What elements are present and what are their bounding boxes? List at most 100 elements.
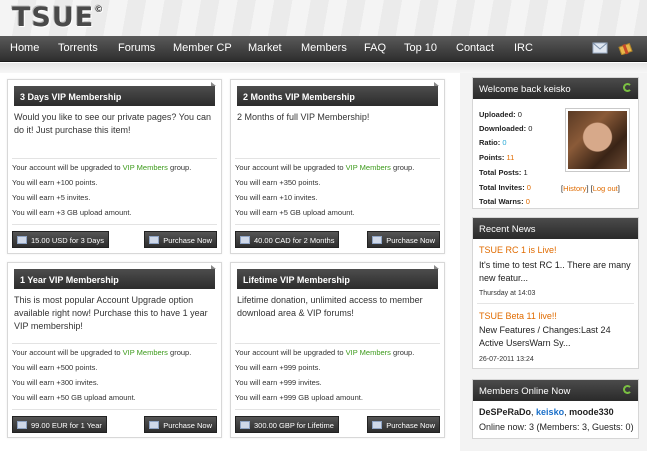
perk-group: Your account will be upgraded to VIP Mem… bbox=[12, 348, 192, 357]
price-tag-icon bbox=[240, 236, 250, 244]
perk-upload: You will earn +5 GB upload amount. bbox=[235, 208, 355, 217]
perk-group: Your account will be upgraded to VIP Mem… bbox=[12, 163, 192, 172]
nav-top10[interactable]: Top 10 bbox=[404, 42, 437, 54]
card-title: 1 Year VIP Membership bbox=[14, 265, 216, 289]
logo-text: TSUE bbox=[12, 2, 95, 33]
nav-market[interactable]: Market bbox=[248, 42, 282, 54]
purchase-now-button[interactable]: Purchase Now bbox=[144, 231, 217, 248]
price-tag-icon bbox=[17, 421, 27, 429]
perk-points: You will earn +350 points. bbox=[235, 178, 321, 187]
divider bbox=[12, 224, 217, 225]
perk-upload: You will earn +3 GB upload amount. bbox=[12, 208, 132, 217]
news-item-date: Thursday at 14:03 bbox=[479, 290, 536, 297]
news-item-title[interactable]: TSUE RC 1 is Live! bbox=[479, 245, 557, 255]
nav-torrents[interactable]: Torrents bbox=[58, 42, 98, 54]
perk-points: You will earn +999 points. bbox=[235, 363, 321, 372]
news-item-body: It's time to test RC 1.. There are many … bbox=[479, 260, 631, 283]
nav-members[interactable]: Members bbox=[301, 42, 347, 54]
stat-ratio: Ratio: 0 bbox=[479, 138, 507, 147]
main-nav: Home Torrents Forums Member CP Market Me… bbox=[0, 36, 647, 62]
gift-icon[interactable] bbox=[618, 41, 634, 55]
member-link[interactable]: DeSPeRaDo bbox=[479, 407, 531, 417]
online-members-list: DeSPeRaDo, keisko, moode330 bbox=[479, 407, 614, 417]
price-tag-icon bbox=[17, 236, 27, 244]
price-button[interactable]: 300.00 GBP for Lifetime bbox=[235, 416, 339, 433]
stat-total-posts: Total Posts: 1 bbox=[479, 168, 528, 177]
cart-icon bbox=[149, 421, 160, 429]
avatar-image bbox=[568, 111, 627, 169]
card-description: Would you like to see our private pages?… bbox=[14, 112, 211, 135]
perk-invites: You will earn +5 invites. bbox=[12, 193, 91, 202]
site-logo[interactable]: TSUE© bbox=[12, 2, 104, 33]
divider bbox=[235, 224, 440, 225]
price-button[interactable]: 99.00 EUR for 1 Year bbox=[12, 416, 107, 433]
price-button[interactable]: 40.00 CAD for 2 Months bbox=[235, 231, 340, 248]
logo-mark: © bbox=[94, 5, 105, 15]
nav-irc[interactable]: IRC bbox=[514, 42, 533, 54]
divider bbox=[12, 409, 217, 410]
divider bbox=[477, 303, 634, 304]
divider bbox=[235, 343, 440, 344]
nav-home[interactable]: Home bbox=[10, 42, 39, 54]
upgrade-card-3days: 3 Days VIP Membership Would you like to … bbox=[7, 79, 222, 254]
news-title-header: Recent News bbox=[473, 218, 638, 239]
purchase-now-button[interactable]: Purchase Now bbox=[144, 416, 217, 433]
account-links: [History] [Log out] bbox=[561, 184, 620, 193]
cart-icon bbox=[149, 236, 160, 244]
stat-uploaded: Uploaded: 0 bbox=[479, 110, 522, 119]
card-description: 2 Months of full VIP Membership! bbox=[237, 112, 370, 122]
header: TSUE© bbox=[0, 0, 647, 36]
cart-icon bbox=[372, 421, 383, 429]
nav-forums[interactable]: Forums bbox=[118, 42, 155, 54]
card-description: This is most popular Account Upgrade opt… bbox=[14, 295, 208, 331]
online-summary: Online now: 3 (Members: 3, Guests: 0) bbox=[479, 422, 634, 432]
divider bbox=[235, 409, 440, 410]
divider bbox=[12, 158, 217, 159]
welcome-title: Welcome back keisko bbox=[473, 78, 638, 99]
card-title: 2 Months VIP Membership bbox=[237, 82, 439, 106]
logout-link[interactable]: Log out bbox=[593, 184, 618, 193]
nav-member-cp[interactable]: Member CP bbox=[173, 42, 232, 54]
refresh-icon[interactable] bbox=[623, 83, 632, 92]
upgrade-card-1year: 1 Year VIP Membership This is most popul… bbox=[7, 262, 222, 438]
cart-icon bbox=[372, 236, 383, 244]
nav-subbar bbox=[0, 63, 647, 73]
price-button[interactable]: 15.00 USD for 3 Days bbox=[12, 231, 109, 248]
divider bbox=[12, 343, 217, 344]
news-item-body: New Features / Changes:Last 24 Active Us… bbox=[479, 325, 611, 348]
members-online-box: Members Online Now DeSPeRaDo, keisko, mo… bbox=[472, 379, 639, 439]
stat-total-invites: Total Invites: 0 bbox=[479, 183, 531, 192]
perk-points: You will earn +500 points. bbox=[12, 363, 98, 372]
purchase-now-button[interactable]: Purchase Now bbox=[367, 416, 440, 433]
perk-group: Your account will be upgraded to VIP Mem… bbox=[235, 348, 415, 357]
news-item-title[interactable]: TSUE Beta 11 live!! bbox=[479, 311, 557, 321]
divider bbox=[235, 158, 440, 159]
perk-upload: You will earn +50 GB upload amount. bbox=[12, 393, 136, 402]
nav-faq[interactable]: FAQ bbox=[364, 42, 386, 54]
price-tag-icon bbox=[240, 421, 250, 429]
perk-invites: You will earn +300 invites. bbox=[12, 378, 99, 387]
history-link[interactable]: History bbox=[563, 184, 586, 193]
refresh-icon[interactable] bbox=[623, 385, 632, 394]
upgrade-card-lifetime: Lifetime VIP Membership Lifetime donatio… bbox=[230, 262, 445, 438]
member-link[interactable]: moode330 bbox=[569, 407, 614, 417]
avatar[interactable] bbox=[565, 108, 630, 172]
card-title: Lifetime VIP Membership bbox=[237, 265, 439, 289]
stat-points: Points: 11 bbox=[479, 153, 515, 162]
perk-group: Your account will be upgraded to VIP Mem… bbox=[235, 163, 415, 172]
stat-total-warns: Total Warns: 0 bbox=[479, 197, 530, 206]
nav-contact[interactable]: Contact bbox=[456, 42, 494, 54]
perk-upload: You will earn +999 GB upload amount. bbox=[235, 393, 363, 402]
recent-news-box: Recent News TSUE RC 1 is Live! It's time… bbox=[472, 217, 639, 369]
purchase-now-button[interactable]: Purchase Now bbox=[367, 231, 440, 248]
upgrade-card-2months: 2 Months VIP Membership 2 Months of full… bbox=[230, 79, 445, 254]
card-description: Lifetime donation, unlimited access to m… bbox=[237, 295, 423, 318]
welcome-box: Welcome back keisko Uploaded: 0 Download… bbox=[472, 77, 639, 209]
member-link[interactable]: keisko bbox=[536, 407, 564, 417]
mail-icon[interactable] bbox=[592, 41, 608, 55]
stat-downloaded: Downloaded: 0 bbox=[479, 124, 533, 133]
news-item-date: 26-07-2011 13:24 bbox=[479, 356, 534, 363]
perk-invites: You will earn +999 invites. bbox=[235, 378, 322, 387]
perk-invites: You will earn +10 invites. bbox=[235, 193, 318, 202]
members-online-title: Members Online Now bbox=[473, 380, 638, 401]
